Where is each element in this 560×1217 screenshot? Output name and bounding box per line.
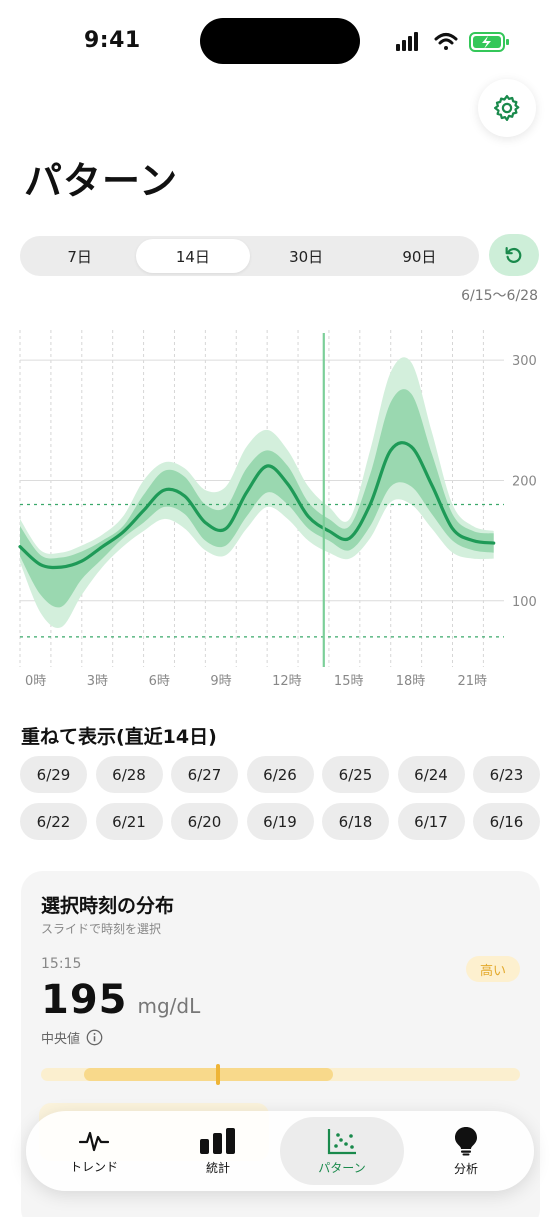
x-tick-label: 15時 (334, 674, 364, 689)
y-tick-label: 300 (512, 354, 537, 369)
tab-stats[interactable]: 統計 (156, 1117, 280, 1185)
x-tick-label: 12時 (272, 674, 302, 689)
distribution-range-bar (41, 1064, 520, 1085)
overlay-date-chips: 6/29 6/28 6/27 6/26 6/25 6/24 6/23 6/22 6/21 6/20… (20, 756, 542, 840)
status-badge: 高い (465, 956, 520, 982)
battery-icon (469, 32, 509, 52)
x-tick-label: 18時 (396, 674, 426, 689)
page-title: パターン (24, 159, 179, 203)
date-range-label: 6/15～6/28 (461, 288, 538, 304)
date-chip[interactable]: 6/16 (473, 803, 540, 840)
range-bar-fill (84, 1068, 334, 1081)
pattern-chart[interactable]: 300 200 100 0時 3時 6時 9時 12時 15時 18時 21時 (0, 320, 560, 700)
lightbulb-icon (455, 1126, 477, 1155)
selected-time: 15:15 (41, 956, 82, 972)
wifi-icon (434, 33, 458, 50)
card-title: 選択時刻の分布 (41, 895, 175, 917)
x-tick-label: 6時 (149, 674, 170, 689)
overlay-title: 重ねて表示(直近14日) (21, 726, 217, 748)
date-chip[interactable]: 6/28 (95, 756, 163, 793)
range-option-14d[interactable]: 14日 (136, 239, 250, 273)
value-row: 195 mg/dL (41, 977, 200, 1023)
date-chip[interactable]: 6/21 (95, 803, 163, 840)
scatter-icon (327, 1128, 356, 1154)
date-chip[interactable]: 6/19 (246, 803, 314, 840)
y-tick-label: 200 (512, 474, 537, 489)
date-chip[interactable]: 6/27 (171, 756, 238, 793)
date-chip[interactable]: 6/20 (171, 803, 238, 840)
tab-pattern-label: パターン (318, 1160, 366, 1175)
card-subtitle: スライドで時刻を選択 (41, 922, 162, 936)
status-bar: 9:41 (0, 0, 560, 80)
tab-analysis[interactable]: 分析 (404, 1117, 528, 1185)
date-chip[interactable]: 6/29 (20, 756, 87, 793)
glucose-unit: mg/dL (137, 994, 201, 1018)
tab-trend-label: トレンド (69, 1159, 118, 1174)
tab-stats-label: 統計 (205, 1160, 230, 1175)
tab-bar: トレンド 統計 パターン 分析 (26, 1111, 534, 1191)
date-chip[interactable]: 6/22 (20, 803, 87, 840)
y-tick-label: 100 (512, 595, 537, 610)
x-tick-label: 3時 (87, 674, 108, 689)
status-icons (396, 32, 509, 52)
range-option-90d[interactable]: 90日 (363, 239, 476, 273)
info-icon[interactable] (86, 1029, 103, 1046)
signal-icon (396, 32, 418, 51)
x-tick-label: 0時 (25, 674, 46, 689)
refresh-icon (505, 247, 522, 263)
date-chip[interactable]: 6/25 (322, 756, 389, 793)
date-chip[interactable]: 6/17 (397, 803, 465, 840)
reset-button[interactable] (489, 234, 539, 276)
date-chip[interactable]: 6/26 (246, 756, 314, 793)
tab-pattern[interactable]: パターン (280, 1117, 404, 1185)
tab-trend[interactable]: トレンド (32, 1117, 156, 1185)
settings-button[interactable] (478, 79, 536, 137)
range-option-30d[interactable]: 30日 (250, 239, 363, 273)
status-time: 9:41 (84, 28, 141, 53)
dynamic-island (200, 18, 360, 64)
median-marker (216, 1064, 221, 1085)
range-segmented-control: 7日 14日 30日 90日 (20, 236, 479, 276)
pulse-icon (79, 1131, 109, 1151)
date-chip[interactable]: 6/24 (397, 756, 465, 793)
glucose-value: 195 (41, 977, 128, 1023)
bar-chart-icon (200, 1127, 235, 1154)
median-label: 中央値 (41, 1032, 81, 1047)
date-chip[interactable]: 6/18 (322, 803, 389, 840)
x-tick-label: 9時 (210, 674, 231, 689)
tab-analysis-label: 分析 (453, 1161, 478, 1176)
date-chip[interactable]: 6/23 (473, 756, 540, 793)
x-tick-label: 21時 (458, 674, 488, 689)
range-option-7d[interactable]: 7日 (23, 239, 136, 273)
median-label-row: 中央値 (41, 1028, 103, 1047)
gear-icon (494, 95, 520, 121)
